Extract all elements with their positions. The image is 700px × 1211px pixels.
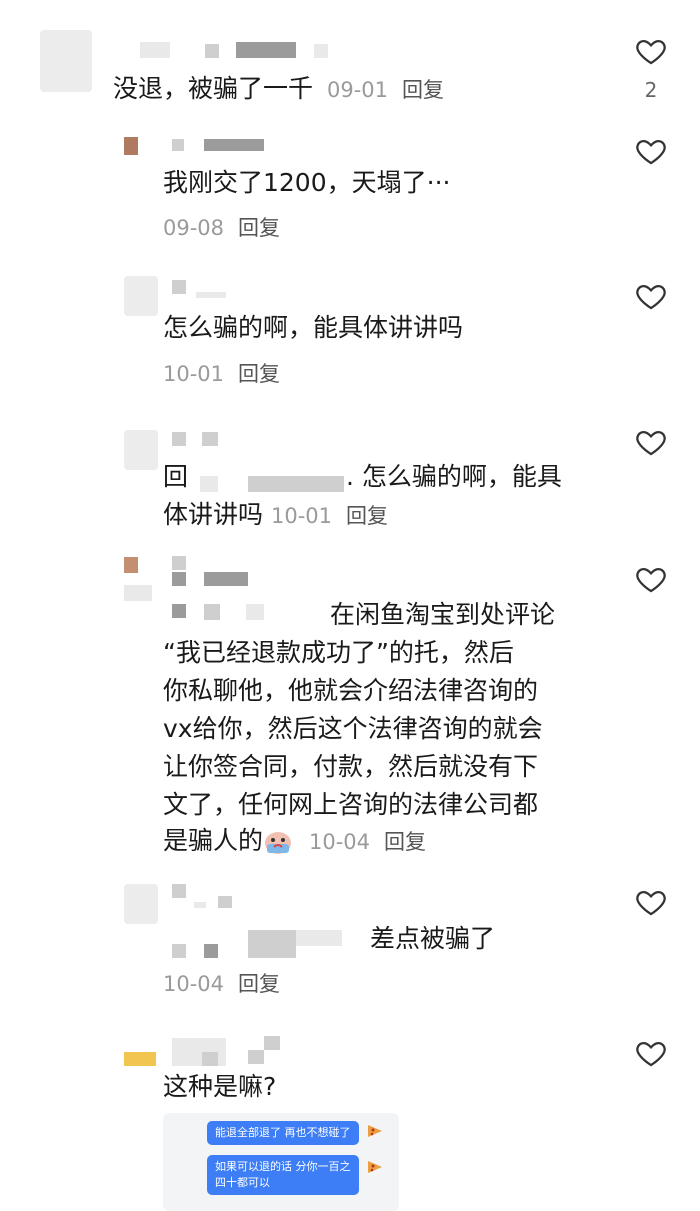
reply-button[interactable]: 回复 bbox=[346, 504, 388, 528]
username-blurred bbox=[172, 884, 186, 898]
chat-bubble-text: 能退全部退了 再也不想碰了 bbox=[215, 1126, 351, 1139]
comment-body: “我已经退款成功了”的托，然后 bbox=[163, 638, 514, 667]
username-blurred bbox=[248, 1050, 264, 1064]
username-blurred bbox=[218, 896, 232, 908]
like-count: 2 bbox=[644, 78, 658, 102]
chat-bubble: 能退全部退了 再也不想碰了 bbox=[207, 1121, 359, 1145]
like-heart-icon[interactable] bbox=[634, 34, 668, 68]
comment-date: 09-01 bbox=[326, 78, 388, 102]
pizza-icon bbox=[365, 1157, 385, 1177]
like-heart-icon[interactable] bbox=[634, 279, 668, 313]
pizza-icon bbox=[365, 1121, 385, 1141]
username-blurred bbox=[264, 1036, 280, 1050]
mention-blurred bbox=[296, 930, 342, 946]
username-blurred bbox=[140, 42, 170, 58]
mention-blurred bbox=[204, 604, 220, 620]
like-heart-icon[interactable] bbox=[634, 885, 668, 919]
comment-date: 10-04 bbox=[163, 972, 225, 996]
comment-meta: 09-08 回复 bbox=[163, 212, 280, 242]
like-heart-icon[interactable] bbox=[634, 1036, 668, 1070]
username-blurred bbox=[202, 432, 218, 446]
comment-text: 是骗人的 10-04 回复 bbox=[163, 822, 426, 861]
username-blurred bbox=[202, 1052, 218, 1066]
mention-blurred bbox=[204, 944, 218, 958]
comment-date: 10-01 bbox=[163, 362, 225, 386]
username-blurred bbox=[172, 280, 186, 294]
comment-body: 让你签合同，付款，然后就没有下 bbox=[163, 752, 539, 781]
comment-body: . 怎么骗的啊，能具 bbox=[346, 462, 562, 491]
reply-button[interactable]: 回复 bbox=[402, 78, 444, 102]
comment-meta: 10-04 回复 bbox=[163, 968, 280, 998]
like-heart-icon[interactable] bbox=[634, 425, 668, 459]
username-blurred bbox=[172, 572, 186, 586]
avatar[interactable] bbox=[124, 557, 138, 573]
username-blurred bbox=[194, 902, 206, 908]
crying-emoji-icon bbox=[263, 828, 293, 856]
comment-body: 在闲鱼淘宝到处评论 bbox=[330, 600, 556, 629]
comment-body: 这种是嘛? bbox=[163, 1072, 277, 1101]
mention-blurred bbox=[172, 944, 186, 958]
comment-body: vx给你，然后这个法律咨询的就会 bbox=[163, 714, 543, 743]
comment-body: 怎么骗的啊，能具体讲讲吗 bbox=[163, 313, 464, 342]
reply-button[interactable]: 回复 bbox=[384, 830, 426, 854]
chat-bubble-text: 四十都可以 bbox=[215, 1176, 270, 1189]
chat-bubble-text: 如果可以退的话 分你一百之 bbox=[215, 1160, 351, 1173]
reply-button[interactable]: 回复 bbox=[238, 216, 280, 240]
chat-bubble: 如果可以退的话 分你一百之 四十都可以 bbox=[207, 1155, 359, 1195]
avatar[interactable] bbox=[124, 884, 158, 924]
like-heart-icon[interactable] bbox=[634, 134, 668, 168]
avatar bbox=[124, 585, 152, 601]
username-blurred bbox=[172, 432, 186, 446]
mention-blurred bbox=[248, 476, 344, 492]
comment-text: 体讲讲吗 10-01 回复 bbox=[163, 496, 388, 535]
username-blurred bbox=[204, 572, 248, 586]
username-blurred bbox=[236, 42, 296, 58]
username-blurred bbox=[172, 139, 184, 151]
mention-blurred bbox=[248, 930, 296, 958]
username-blurred bbox=[205, 44, 219, 58]
comment-body: 体讲讲吗 bbox=[163, 500, 264, 529]
reply-prefix: 回 bbox=[163, 462, 189, 491]
comment-body: 差点被骗了 bbox=[370, 924, 496, 953]
like-heart-icon[interactable] bbox=[634, 562, 668, 596]
mention-blurred bbox=[246, 604, 264, 620]
avatar[interactable] bbox=[40, 30, 92, 92]
comment-date: 09-08 bbox=[163, 216, 225, 240]
avatar[interactable] bbox=[124, 276, 158, 316]
comment-body: 你私聊他，他就会介绍法律咨询的 bbox=[163, 676, 539, 705]
comment-body: 没退，被骗了一千 bbox=[113, 74, 314, 103]
username-blurred bbox=[196, 292, 226, 298]
comment-body: 是骗人的 bbox=[163, 826, 264, 855]
mention-blurred bbox=[200, 476, 218, 492]
attached-chat-screenshot[interactable]: 能退全部退了 再也不想碰了 如果可以退的话 分你一百之 四十都可以 bbox=[163, 1113, 399, 1211]
comment-body: 我刚交了1200，天塌了··· bbox=[163, 168, 451, 197]
avatar[interactable] bbox=[124, 1052, 156, 1066]
comment-text: 回 bbox=[163, 458, 188, 496]
comment-text: 没退，被骗了一千 09-01 回复 bbox=[113, 70, 444, 109]
reply-button[interactable]: 回复 bbox=[238, 972, 280, 996]
comment-meta: 10-01 回复 bbox=[163, 358, 280, 388]
comment-date: 10-04 bbox=[308, 830, 370, 854]
username-blurred bbox=[314, 44, 328, 58]
comment-body: 文了，任何网上咨询的法律公司都 bbox=[163, 790, 539, 819]
comment-date: 10-01 bbox=[270, 504, 332, 528]
username-blurred bbox=[204, 139, 264, 151]
reply-button[interactable]: 回复 bbox=[238, 362, 280, 386]
avatar[interactable] bbox=[124, 137, 138, 155]
username-blurred bbox=[172, 556, 186, 570]
mention-blurred bbox=[172, 604, 186, 618]
avatar[interactable] bbox=[124, 430, 158, 470]
